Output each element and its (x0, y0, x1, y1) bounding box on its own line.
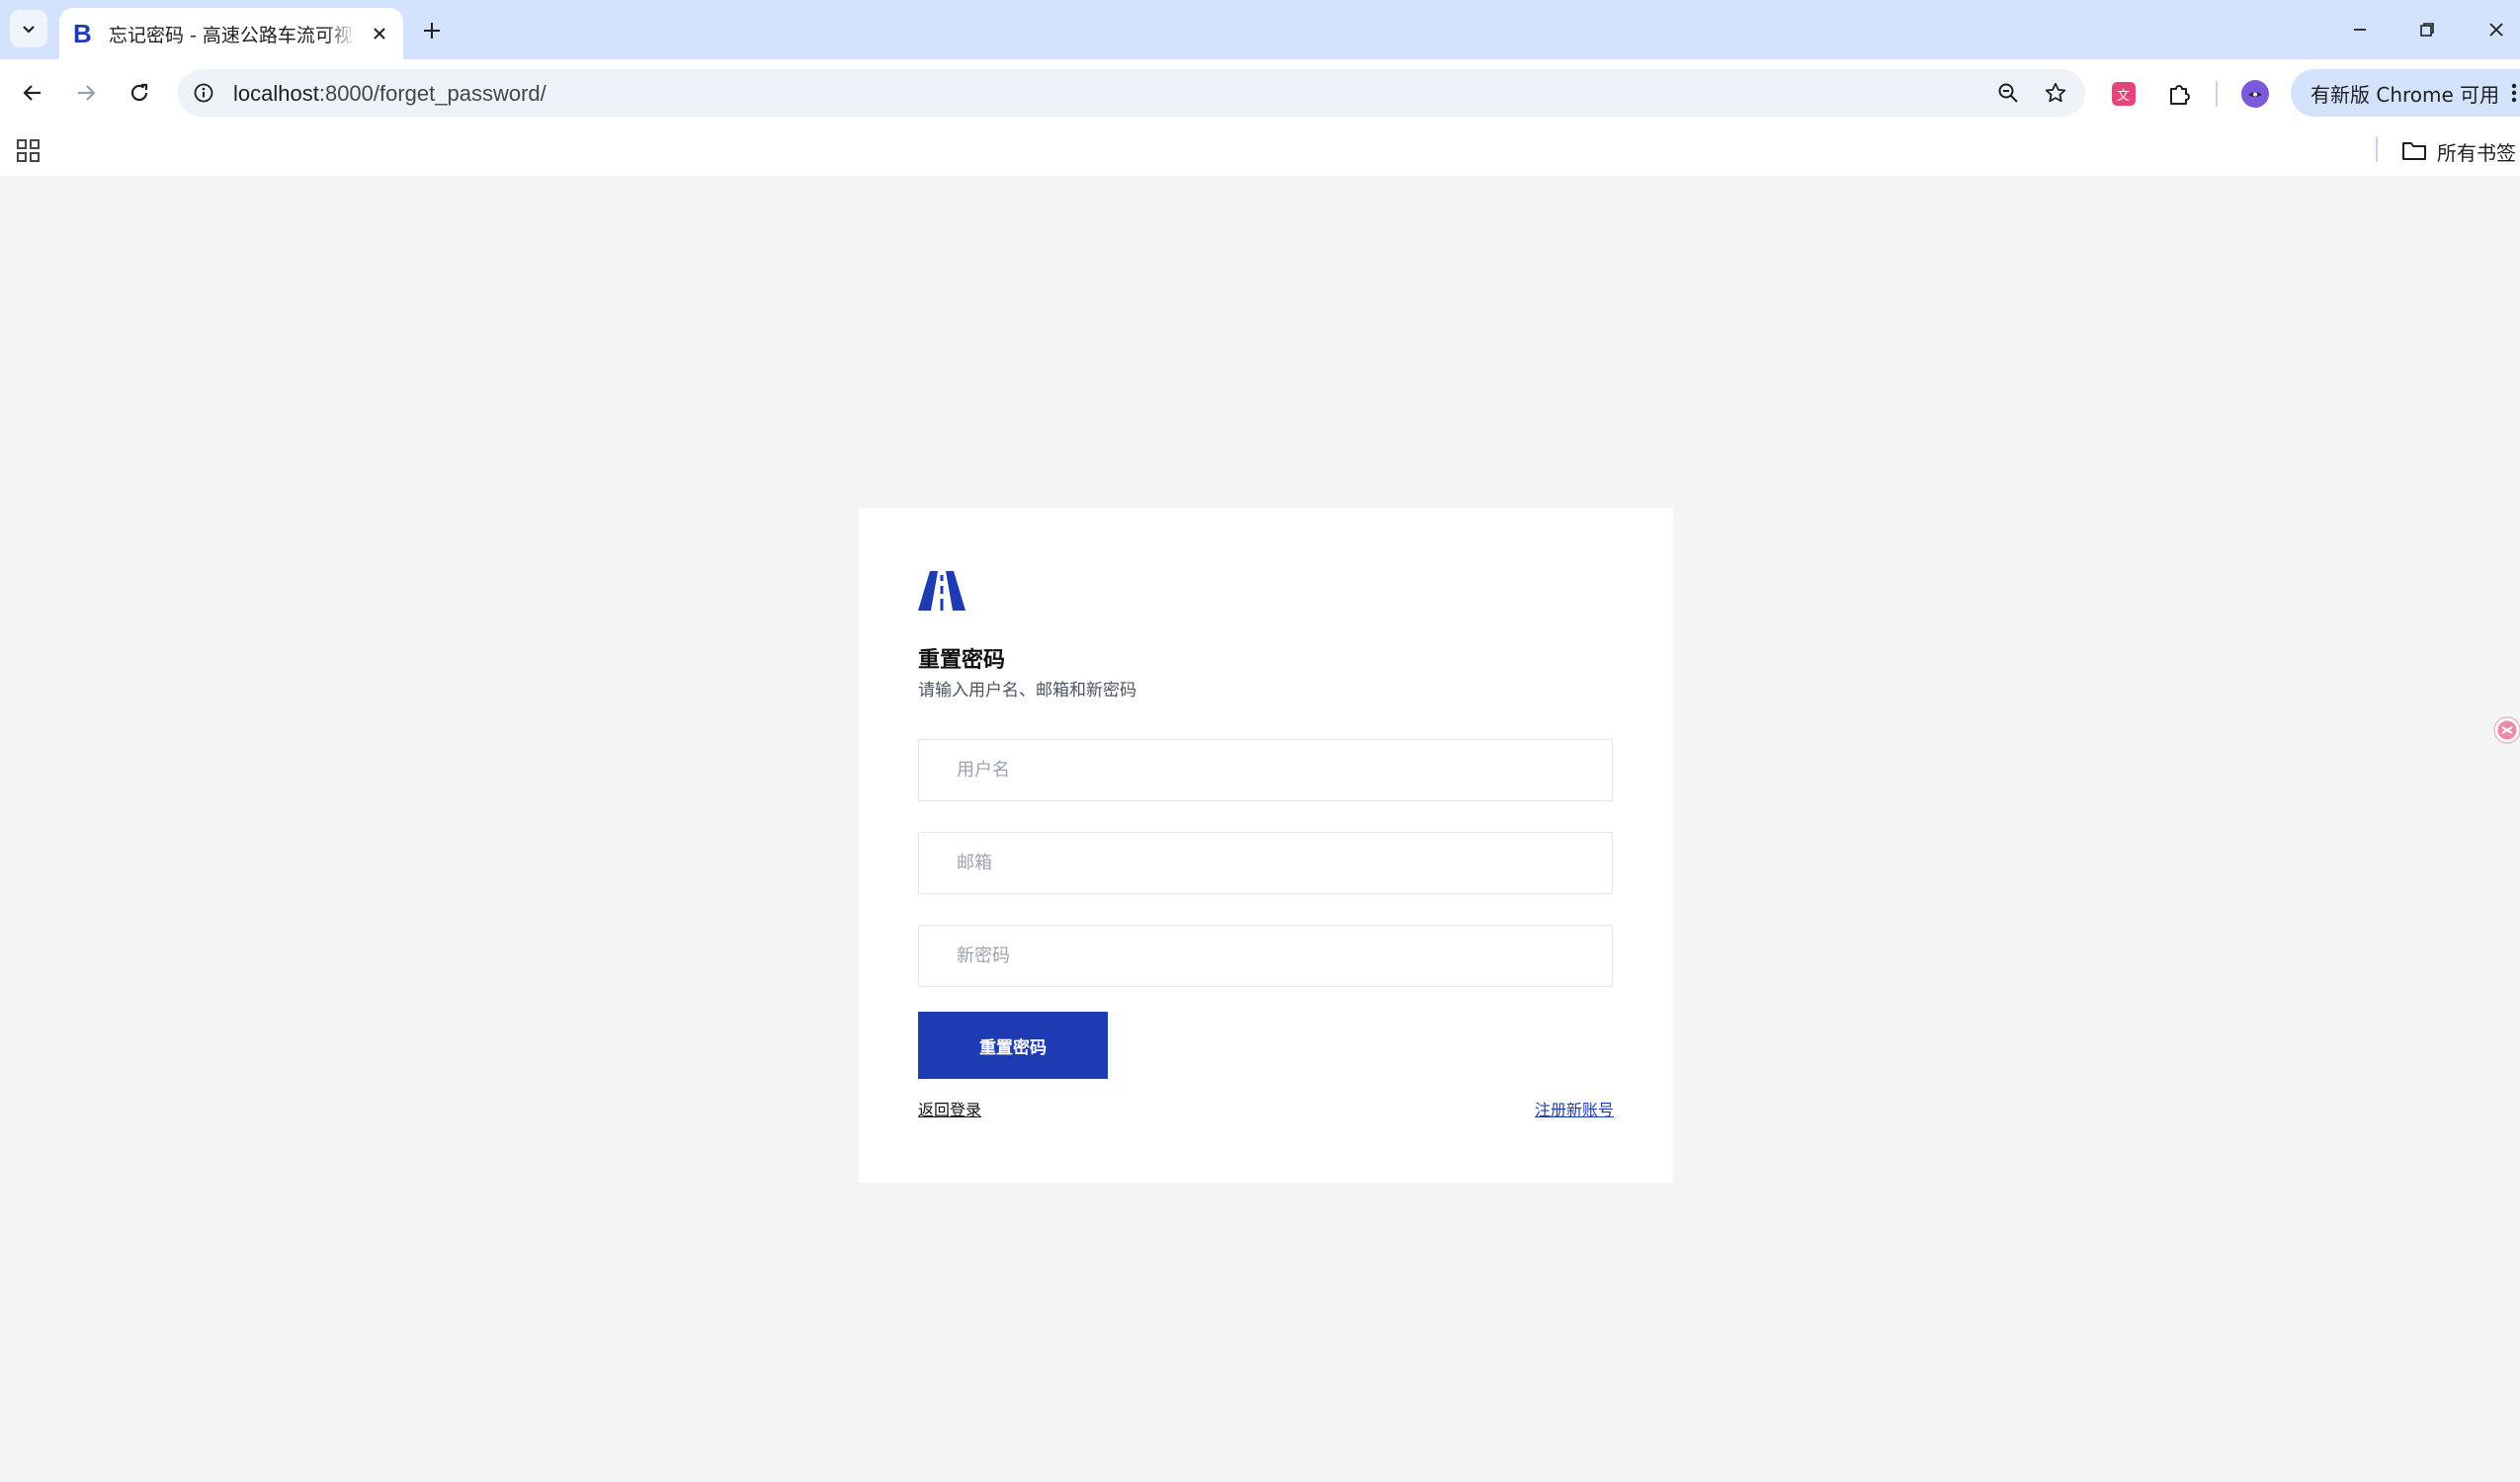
browser-tabstrip: B 忘记密码 - 高速公路车流可视化 (0, 0, 2520, 59)
minimize-icon (2354, 29, 2366, 31)
apps-grid-icon[interactable] (16, 138, 42, 164)
page-title: 重置密码 (918, 648, 1006, 673)
zoom-icon (1998, 83, 2018, 103)
update-label: 有新版 Chrome 可用 (2310, 82, 2500, 107)
active-tab[interactable]: B 忘记密码 - 高速公路车流可视化 (59, 8, 403, 59)
chevron-down-icon (23, 26, 35, 34)
back-button[interactable] (14, 74, 51, 112)
bookmarks-bar: 所有书签 (0, 126, 2520, 176)
url-path: :8000/forget_password/ (318, 81, 546, 106)
star-icon (2045, 82, 2066, 103)
reset-password-card: 重置密码 请输入用户名、邮箱和新密码 重置密码 返回登录 注册新账号 (859, 508, 1673, 1183)
register-link[interactable]: 注册新账号 (1535, 1097, 1614, 1120)
highway-logo-icon (918, 571, 966, 611)
new-tab-button[interactable] (415, 14, 449, 47)
url-text: localhost:8000/forget_password/ (233, 81, 546, 107)
new-password-input[interactable] (918, 925, 1613, 987)
bookmark-star-button[interactable] (2042, 79, 2069, 107)
restore-icon (2420, 23, 2434, 37)
reload-icon (130, 83, 148, 102)
arrow-right-icon (78, 85, 96, 101)
email-input[interactable] (918, 832, 1613, 894)
back-to-login-link[interactable]: 返回登录 (918, 1097, 981, 1120)
translate-extension-icon: 文 (2112, 82, 2136, 106)
bookmarks-divider (2376, 136, 2378, 162)
tab-title: 忘记密码 - 高速公路车流可视化 (109, 24, 356, 46)
close-icon (2489, 23, 2503, 37)
plus-icon (424, 23, 440, 39)
folder-icon (2402, 142, 2426, 160)
info-icon (194, 83, 213, 103)
translate-float-icon[interactable] (2490, 715, 2520, 745)
page-viewport: 重置密码 请输入用户名、邮箱和新密码 重置密码 返回登录 注册新账号 (0, 176, 2520, 1482)
close-window-button[interactable] (2475, 8, 2518, 51)
chrome-update-button[interactable]: 有新版 Chrome 可用 (2291, 69, 2520, 117)
site-favicon-icon: B (73, 19, 92, 48)
toolbar-divider (2216, 81, 2218, 107)
close-icon (374, 28, 385, 40)
tab-close-button[interactable] (368, 22, 391, 45)
reload-button[interactable] (121, 74, 158, 112)
page-subtitle: 请输入用户名、邮箱和新密码 (918, 681, 1136, 700)
arrow-left-icon (23, 85, 41, 101)
site-info-icon[interactable] (192, 81, 215, 105)
all-bookmarks-folder[interactable]: 所有书签 (2401, 134, 2516, 168)
bookmark-folder-label: 所有书签 (2437, 140, 2516, 165)
minimize-button[interactable] (2338, 8, 2382, 51)
extensions-button[interactable] (2164, 79, 2194, 109)
puzzle-icon (2170, 85, 2190, 105)
url-host: localhost (233, 81, 319, 106)
translate-extension-button[interactable]: 文 (2109, 79, 2139, 109)
username-input[interactable] (918, 739, 1613, 801)
browser-toolbar: localhost:8000/forget_password/ 文 有新版 Ch… (0, 59, 2520, 126)
zoom-button[interactable] (1994, 79, 2022, 107)
forward-button[interactable] (67, 74, 105, 112)
profile-avatar[interactable] (2241, 80, 2269, 108)
svg-text:文: 文 (2117, 89, 2130, 104)
reset-password-button[interactable]: 重置密码 (918, 1012, 1108, 1079)
tab-search-button[interactable] (10, 10, 47, 47)
restore-button[interactable] (2405, 8, 2449, 51)
more-vert-icon (2511, 83, 2517, 103)
address-bar[interactable]: localhost:8000/forget_password/ (178, 69, 2085, 117)
avatar-icon (2248, 92, 2262, 97)
